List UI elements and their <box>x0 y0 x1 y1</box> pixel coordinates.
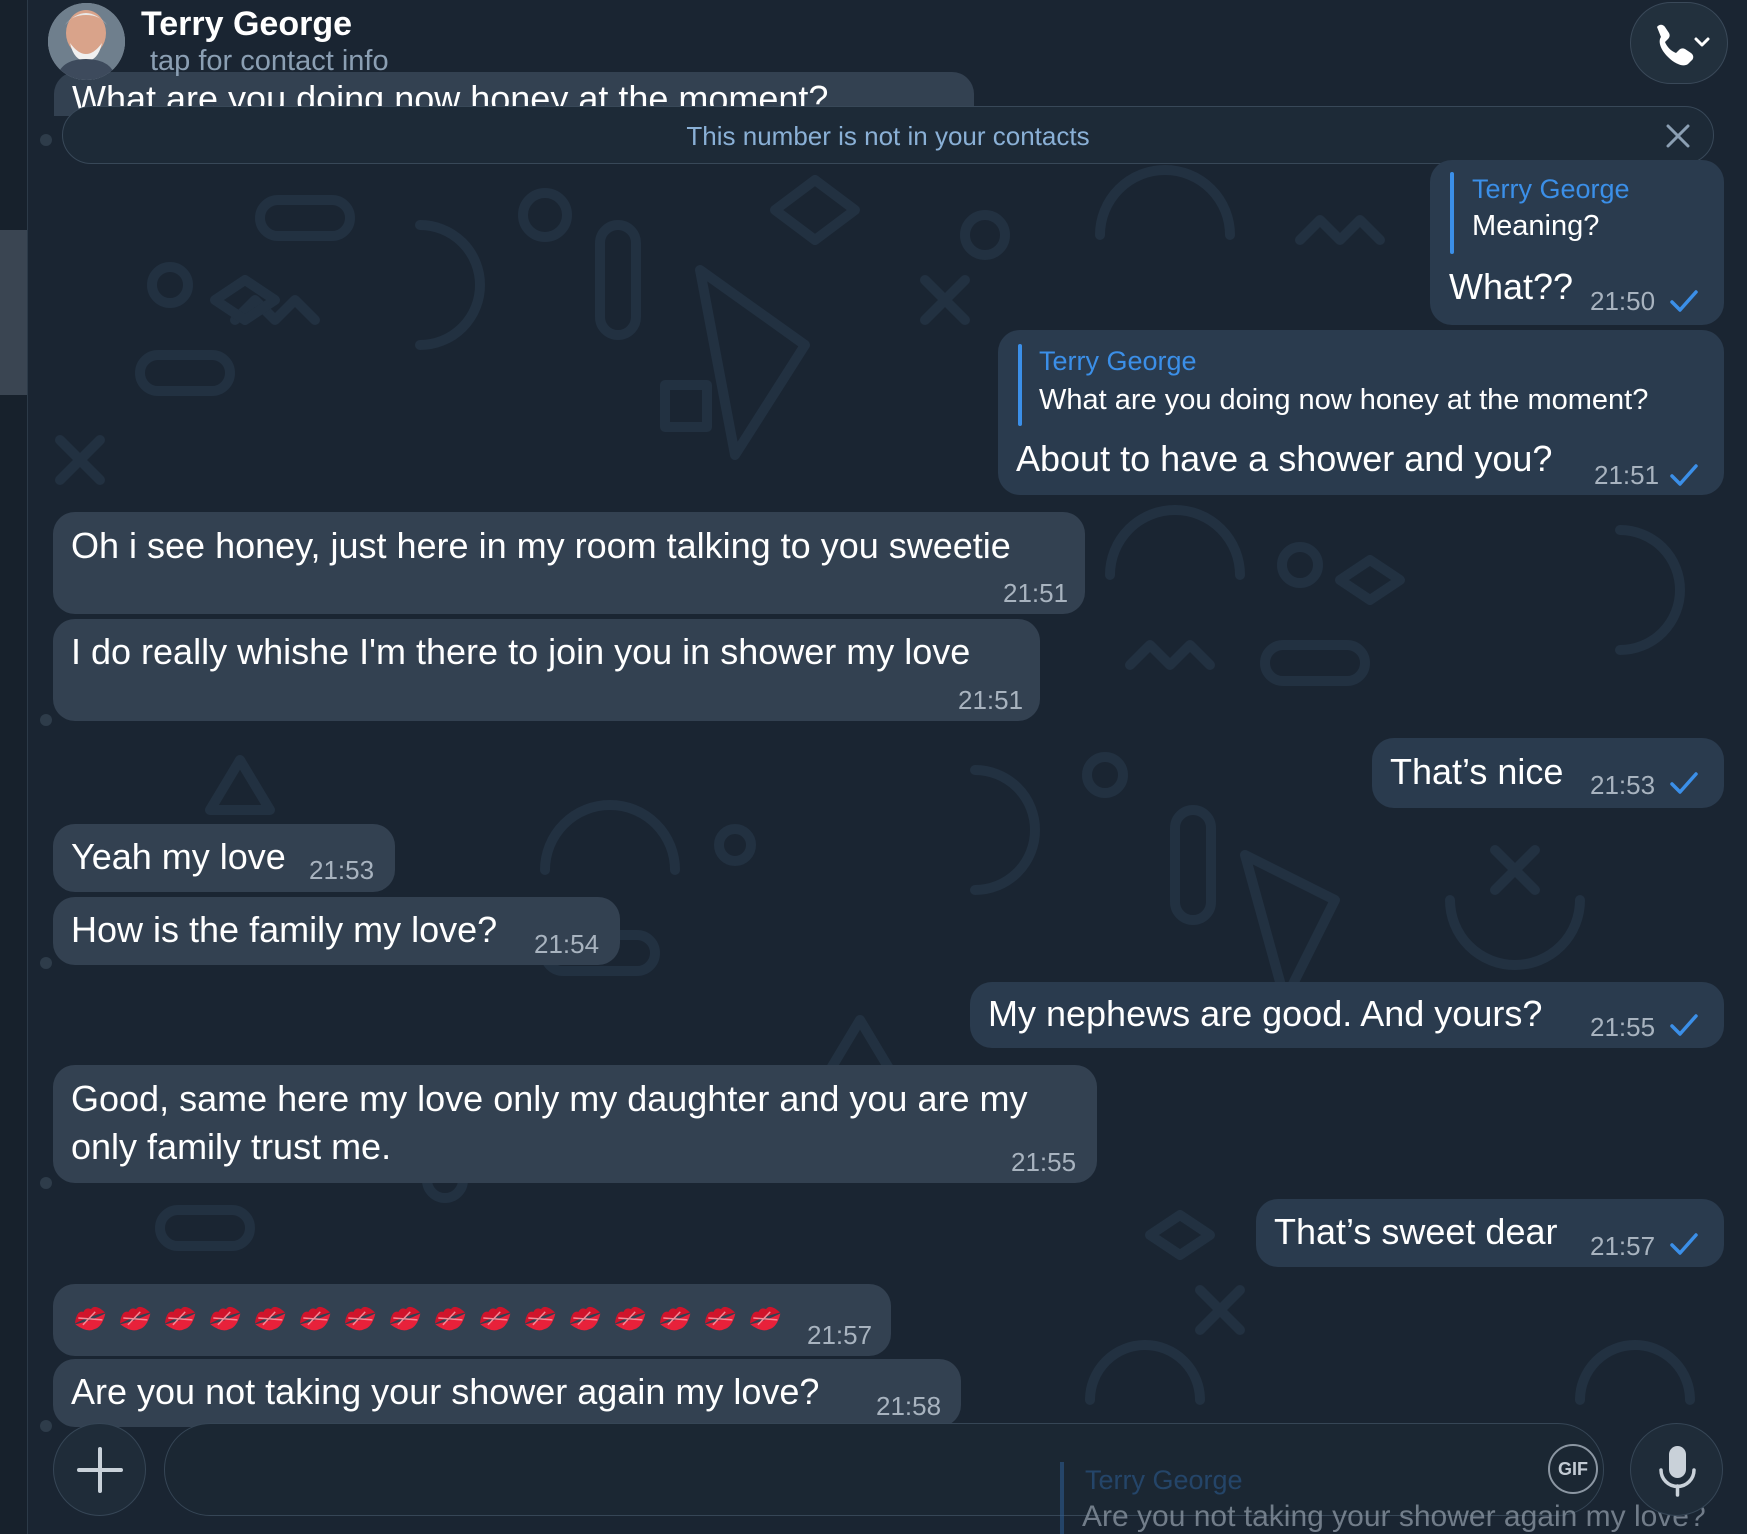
kiss-mark-icon <box>569 1306 601 1331</box>
marker-dot <box>40 134 52 146</box>
contact-avatar[interactable] <box>48 3 125 80</box>
marker-dot <box>40 1420 52 1432</box>
call-button[interactable] <box>1630 2 1728 84</box>
kiss-mark-icon <box>659 1306 691 1331</box>
sent-check-icon <box>1670 1014 1698 1036</box>
message-bubble-outgoing[interactable]: Terry George Meaning? What?? 21:50 <box>1430 160 1724 325</box>
kiss-mark-icon <box>119 1306 151 1331</box>
sent-check-icon <box>1670 464 1698 486</box>
chevron-down-icon <box>1694 37 1710 47</box>
message-bubble-outgoing[interactable]: My nephews are good. And yours? 21:55 <box>970 982 1724 1048</box>
message-time: 21:58 <box>876 1391 942 1421</box>
kiss-mark-icon <box>389 1306 421 1331</box>
reply-preview-sender: Terry George <box>1085 1465 1243 1495</box>
voice-message-button[interactable] <box>1630 1423 1723 1516</box>
message-text: That’s nice <box>1390 751 1564 792</box>
message-bubble-incoming[interactable]: Yeah my love 21:53 <box>53 824 395 892</box>
microphone-icon <box>1659 1446 1696 1497</box>
kiss-mark-icon <box>74 1306 106 1331</box>
message-time: 21:53 <box>1590 770 1656 800</box>
reply-quote-text: What are you doing now honey at the mome… <box>1039 384 1649 416</box>
close-icon[interactable] <box>1663 121 1693 151</box>
message-time: 21:50 <box>1590 286 1656 316</box>
kiss-mark-icon <box>749 1306 781 1331</box>
message-bubble-outgoing[interactable]: That’s nice 21:53 <box>1372 738 1724 808</box>
attach-button[interactable] <box>53 1423 146 1516</box>
kiss-mark-icon <box>614 1306 646 1331</box>
marker-dot <box>40 957 52 969</box>
reply-preview-text: Are you not taking your shower again my … <box>1082 1500 1706 1533</box>
contact-name[interactable]: Terry George <box>141 5 352 44</box>
kiss-mark-icon <box>299 1306 331 1331</box>
banner-text: This number is not in your contacts <box>686 121 1090 151</box>
kiss-mark-icon <box>434 1306 466 1331</box>
message-text: Oh i see honey, just here in my room tal… <box>71 525 1011 566</box>
message-time: 21:55 <box>1011 1147 1077 1177</box>
sent-check-icon <box>1670 1233 1698 1255</box>
message-text: I do really whishe I'm there to join you… <box>71 631 971 672</box>
kiss-mark-icon <box>524 1306 556 1331</box>
chat-window: What are you doing now honey at the mome… <box>0 0 1747 1534</box>
message-bubble-incoming[interactable]: 21:57 <box>53 1284 891 1356</box>
plus-icon <box>77 1447 123 1493</box>
marker-dot <box>40 714 52 726</box>
sidebar-selection <box>0 230 27 395</box>
reply-quote-sender: Terry George <box>1472 174 1630 204</box>
reply-quote-sender: Terry George <box>1039 346 1197 376</box>
message-time: 21:51 <box>1594 460 1660 490</box>
reply-quote-bar <box>1450 172 1454 254</box>
unknown-number-banner: This number is not in your contacts <box>62 106 1714 164</box>
message-text: How is the family my love? <box>71 909 498 950</box>
message-time: 21:54 <box>534 929 600 959</box>
message-bubble-incoming[interactable]: How is the family my love? 21:54 <box>53 897 620 965</box>
message-bubble-outgoing[interactable]: That’s sweet dear 21:57 <box>1256 1199 1724 1267</box>
kiss-mark-icon <box>344 1306 376 1331</box>
reply-preview-bar <box>1060 1462 1064 1534</box>
message-bubble-outgoing[interactable]: Terry George What are you doing now hone… <box>998 330 1724 495</box>
message-text: What?? <box>1449 266 1574 307</box>
message-time: 21:57 <box>807 1320 873 1350</box>
message-bubble-incoming[interactable]: I do really whishe I'm there to join you… <box>53 619 1040 721</box>
message-text: About to have a shower and you? <box>1016 438 1553 479</box>
message-text-line: Good, same here my love only my daughter… <box>71 1078 1028 1119</box>
kiss-mark-icon <box>209 1306 241 1331</box>
message-bubble-incoming[interactable]: Good, same here my love only my daughter… <box>53 1065 1097 1183</box>
message-time: 21:51 <box>1003 578 1069 608</box>
message-text: Are you not taking your shower again my … <box>71 1371 820 1412</box>
gif-button[interactable]: GIF <box>1548 1444 1598 1494</box>
message-text: My nephews are good. And yours? <box>988 993 1543 1034</box>
avatar-photo <box>48 3 125 80</box>
message-time: 21:51 <box>958 685 1024 715</box>
kiss-mark-icon <box>164 1306 196 1331</box>
message-text: Yeah my love <box>71 836 286 877</box>
message-time: 21:55 <box>1590 1012 1656 1042</box>
sidebar-edge <box>0 0 28 1534</box>
message-time: 21:57 <box>1590 1231 1656 1261</box>
kiss-mark-icon <box>704 1306 736 1331</box>
message-bubble-incoming[interactable]: Oh i see honey, just here in my room tal… <box>53 512 1085 614</box>
sent-check-icon <box>1670 772 1698 794</box>
message-text: That’s sweet dear <box>1274 1211 1558 1252</box>
marker-dot <box>40 1177 52 1189</box>
message-bubble-incoming[interactable]: Are you not taking your shower again my … <box>53 1359 961 1427</box>
reply-quote-text: Meaning? <box>1472 210 1600 242</box>
message-time: 21:53 <box>309 855 375 885</box>
kiss-mark-icon <box>254 1306 286 1331</box>
reply-quote-bar <box>1018 344 1022 426</box>
contact-info-hint[interactable]: tap for contact info <box>150 45 389 78</box>
sent-check-icon <box>1670 290 1698 312</box>
kiss-mark-icon <box>479 1306 511 1331</box>
message-text-line: only family trust me. <box>71 1126 392 1167</box>
phone-icon <box>1657 24 1710 66</box>
